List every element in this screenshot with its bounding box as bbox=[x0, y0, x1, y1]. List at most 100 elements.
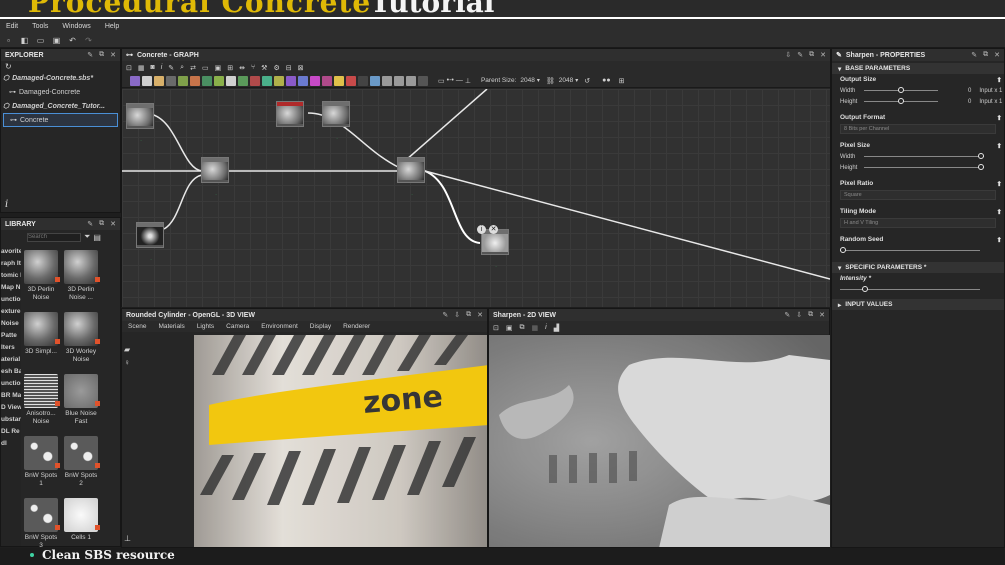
fit-icon[interactable]: ⊡ bbox=[493, 324, 499, 332]
base-parameters-header[interactable]: ▾ BASE PARAMETERS bbox=[832, 63, 1004, 74]
connector-icon[interactable]: ⇹ bbox=[239, 64, 245, 72]
library-tile[interactable]: 3D Perlin Noise bbox=[23, 250, 60, 308]
output-height-slider[interactable] bbox=[864, 98, 938, 104]
pin-icon[interactable]: ✎ bbox=[87, 220, 93, 228]
pin-icon[interactable]: ✎ bbox=[797, 51, 803, 59]
library-tile[interactable]: 3D Worley Noise bbox=[63, 312, 100, 370]
pin-node-icon[interactable]: ⊥ bbox=[465, 77, 471, 85]
node-curve-icon[interactable] bbox=[178, 75, 188, 86]
frame-icon[interactable]: ⊡ bbox=[126, 64, 132, 72]
axis-icon[interactable]: ⊥ bbox=[124, 534, 131, 543]
save-icon[interactable]: ▣ bbox=[52, 36, 61, 45]
node-font-icon[interactable] bbox=[154, 75, 164, 86]
library-category[interactable]: unction bbox=[1, 380, 21, 392]
library-tile[interactable]: 3D Perlin Noise ... bbox=[63, 250, 100, 308]
node-shape-icon[interactable] bbox=[310, 75, 320, 86]
library-tile[interactable]: 3D Simpl... bbox=[23, 312, 60, 370]
tool-2-icon[interactable]: ⚙ bbox=[273, 64, 279, 72]
node-hsl-icon[interactable] bbox=[274, 75, 284, 86]
node-comment-icon[interactable] bbox=[394, 75, 404, 86]
node-svg-icon[interactable] bbox=[142, 75, 152, 86]
tree-package-1[interactable]: ⬡ Damaged-Concrete.sbs* bbox=[1, 71, 120, 85]
library-category[interactable]: avorite bbox=[1, 248, 21, 260]
graph-node[interactable]: · bbox=[136, 222, 164, 262]
param-link-icon[interactable]: ⬆ bbox=[997, 180, 1002, 188]
pin-icon[interactable]: ✎ bbox=[971, 51, 977, 59]
library-category[interactable]: Map N bbox=[1, 284, 21, 296]
node-pixel-icon[interactable] bbox=[286, 75, 296, 86]
pin-icon[interactable]: ✎ bbox=[784, 311, 790, 319]
menu-display[interactable]: Display bbox=[310, 323, 331, 330]
close-icon[interactable]: ✕ bbox=[477, 311, 483, 319]
branch-icon[interactable]: ⑂ bbox=[251, 64, 255, 71]
node-uniform-icon[interactable] bbox=[370, 75, 380, 86]
param-link-icon[interactable]: ⬆ bbox=[997, 208, 1002, 216]
histogram-icon[interactable]: ▟ bbox=[554, 324, 559, 332]
node-tile-icon[interactable] bbox=[214, 75, 224, 86]
node-fx-icon[interactable] bbox=[298, 75, 308, 86]
grid-icon[interactable]: ▦ bbox=[138, 64, 145, 72]
node-filter-icon[interactable] bbox=[250, 75, 260, 86]
param-link-icon[interactable]: ⬆ bbox=[997, 114, 1002, 122]
node-input-icon[interactable] bbox=[358, 75, 368, 86]
node-text-icon[interactable] bbox=[322, 75, 332, 86]
align-icon[interactable]: ▭ bbox=[202, 64, 209, 72]
open-folder-icon[interactable]: ▭ bbox=[36, 36, 45, 45]
refresh-icon[interactable]: ↻ bbox=[5, 62, 12, 71]
new-package-icon[interactable]: ◧ bbox=[20, 36, 29, 45]
node-normal-icon[interactable] bbox=[262, 75, 272, 86]
output-format-dropdown[interactable]: 8 Bits per Channel bbox=[840, 124, 996, 134]
close-icon[interactable]: ✕ bbox=[110, 51, 116, 59]
camera-icon[interactable]: ▰ bbox=[124, 345, 134, 354]
slider-knob[interactable] bbox=[862, 286, 868, 292]
library-tile[interactable]: BnW Spots 1 bbox=[23, 436, 60, 494]
library-category[interactable]: BR Ma bbox=[1, 392, 21, 404]
node-blend-icon[interactable] bbox=[238, 75, 248, 86]
close-icon[interactable]: ✕ bbox=[819, 311, 825, 319]
graph-node[interactable]: · bbox=[201, 157, 229, 197]
spread-icon[interactable]: ●● bbox=[602, 77, 610, 84]
library-tile[interactable]: Anisotro... Noise bbox=[23, 374, 60, 432]
export-icon[interactable]: ⇩ bbox=[454, 311, 460, 319]
dot-node-icon[interactable]: •-• bbox=[447, 77, 454, 84]
pin-icon[interactable]: ✎ bbox=[87, 51, 93, 59]
export-icon[interactable]: ⇩ bbox=[796, 311, 802, 319]
float-icon[interactable]: ⧉ bbox=[99, 220, 104, 228]
view2d-texture[interactable] bbox=[489, 335, 830, 547]
tool-icon[interactable]: ⚒ bbox=[261, 64, 267, 72]
menu-edit[interactable]: Edit bbox=[6, 23, 18, 30]
library-category[interactable]: tomic N bbox=[1, 272, 21, 284]
undo-icon[interactable]: ↶ bbox=[68, 36, 77, 45]
slider-knob[interactable] bbox=[978, 153, 984, 159]
close-icon[interactable]: ✕ bbox=[110, 220, 116, 228]
menu-scene[interactable]: Scene bbox=[128, 323, 146, 330]
node-levels-icon[interactable] bbox=[166, 75, 176, 86]
redo-icon[interactable]: ↷ bbox=[84, 36, 93, 45]
line-icon[interactable]: — bbox=[456, 77, 463, 84]
slider-knob[interactable] bbox=[898, 87, 904, 93]
specific-parameters-header[interactable]: ▾ SPECIFIC PARAMETERS * bbox=[832, 262, 1004, 273]
pen-icon[interactable]: ✎ bbox=[168, 64, 174, 72]
search-icon[interactable]: ⌕ bbox=[180, 64, 184, 72]
reset-icon[interactable]: ↺ bbox=[584, 77, 590, 85]
italic-i-icon[interactable]: i bbox=[161, 64, 163, 71]
parent-size-dropdown[interactable]: 2048 bbox=[520, 77, 534, 84]
close-icon[interactable]: ✕ bbox=[994, 51, 1000, 59]
node-pin-icon[interactable] bbox=[406, 75, 416, 86]
camera-icon[interactable]: ◙ bbox=[151, 64, 155, 71]
library-category[interactable]: exture bbox=[1, 308, 21, 320]
light-icon[interactable]: ♀ bbox=[124, 358, 134, 367]
library-category[interactable]: DL Re bbox=[1, 428, 21, 440]
copy-icon[interactable]: ⧉ bbox=[520, 324, 525, 332]
layout-icon[interactable]: ▣ bbox=[215, 64, 222, 72]
random-seed-slider[interactable] bbox=[840, 247, 980, 253]
menu-renderer[interactable]: Renderer bbox=[343, 323, 370, 330]
input-values-header[interactable]: ▸ INPUT VALUES bbox=[832, 299, 1004, 310]
menu-camera[interactable]: Camera bbox=[226, 323, 249, 330]
node-warp-icon[interactable] bbox=[202, 75, 212, 86]
pixel-width-slider[interactable] bbox=[864, 153, 984, 159]
float-icon[interactable]: ⧉ bbox=[983, 51, 988, 59]
node-info-icon[interactable]: i bbox=[477, 225, 486, 234]
library-tile[interactable]: BnW Spots 2 bbox=[63, 436, 100, 494]
param-link-icon[interactable]: ⬆ bbox=[997, 142, 1002, 150]
